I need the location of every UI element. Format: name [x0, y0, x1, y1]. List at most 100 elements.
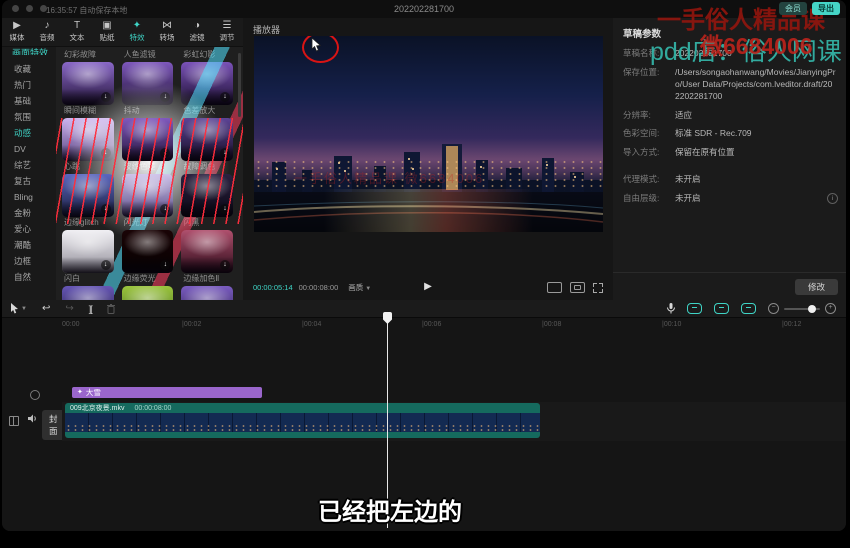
info-icon[interactable]: i: [827, 193, 838, 204]
adjust-icon: ☰: [223, 21, 232, 31]
fullscreen-icon[interactable]: [593, 283, 603, 293]
chevron-down-icon: ▼: [365, 286, 371, 292]
field-value: 未开启: [675, 174, 836, 186]
collapse-track-icon[interactable]: [9, 416, 19, 426]
effect-thumbnail[interactable]: ↓: [181, 230, 233, 273]
field-label: 分辨率:: [623, 110, 675, 122]
player-title: 播放器: [253, 23, 280, 36]
filter-icon: ◑: [194, 21, 200, 31]
field-value: 适应: [675, 110, 836, 122]
trash-icon: [107, 304, 115, 314]
resource-tab[interactable]: ▣ 贴纸: [92, 21, 122, 43]
field-label: 色彩空间:: [623, 128, 675, 140]
category-item[interactable]: Bling: [2, 189, 56, 205]
chevron-down-icon: ▼: [21, 304, 27, 314]
effect-thumbnail[interactable]: ↓: [181, 286, 233, 300]
snap-icon[interactable]: [714, 303, 729, 314]
effect-thumbnail[interactable]: ↓: [122, 286, 174, 300]
zoom-slider[interactable]: [784, 308, 820, 310]
timeline-zoom-control: − +: [768, 303, 836, 314]
effect-thumbnail[interactable]: ↓: [62, 230, 114, 273]
zoom-slider-knob[interactable]: [808, 305, 816, 313]
timeline-ruler[interactable]: 00:00|00:02|00:04|00:06|00:08|00:10|00:1…: [2, 318, 846, 330]
effect-card[interactable]: ↓: [62, 286, 114, 300]
clip-duration: 00:00:08:00: [134, 405, 171, 412]
category-item[interactable]: 金粉: [2, 205, 56, 221]
category-item[interactable]: 热门: [2, 77, 56, 93]
category-item[interactable]: 复古: [2, 173, 56, 189]
category-item[interactable]: 动感: [2, 125, 56, 141]
resource-tab[interactable]: ✦ 特效: [122, 21, 152, 43]
play-button[interactable]: ▶: [424, 281, 432, 292]
export-button[interactable]: 导出: [812, 2, 840, 15]
speaker-icon[interactable]: [28, 414, 38, 423]
effect-thumbnail[interactable]: ↓: [122, 230, 174, 273]
clip-filename: 009北京夜景.mkv: [70, 403, 124, 413]
zoom-out-icon[interactable]: −: [768, 303, 779, 314]
magnet-icon[interactable]: [687, 303, 702, 314]
quality-dropdown[interactable]: 画质▼: [348, 282, 371, 293]
video-preview: 一手俗人精品课 微6684006: [254, 36, 603, 232]
split-button[interactable]: ][: [89, 304, 92, 314]
category-item[interactable]: 基础: [2, 93, 56, 109]
watermark-red-line2: 微6684006: [700, 27, 813, 61]
field-label: 代理模式:: [623, 174, 675, 186]
scale-adapt-icon[interactable]: [547, 282, 562, 293]
effect-track-icon[interactable]: [30, 390, 40, 400]
effect-thumbnail[interactable]: ↓: [62, 286, 114, 300]
member-badge[interactable]: 会员: [779, 2, 807, 15]
draft-field: 分辨率: 适应 i: [623, 110, 836, 122]
category-item[interactable]: 边框: [2, 253, 56, 269]
effects-grid: 幻彩故障人鱼滤镜彩虹幻影 ↓ 瞬间模糊 ↓ 抖动: [56, 47, 243, 300]
delete-button[interactable]: [107, 304, 115, 314]
field-value: 标准 SDR - Rec.709: [675, 128, 836, 140]
effect-clip-icon: ✦: [77, 389, 83, 396]
category-item[interactable]: 收藏: [2, 61, 56, 77]
effects-icon: ✦: [133, 21, 141, 31]
resource-tabs: ▶ 媒体 ♪ 音频 T 文本 ▣ 贴纸 ✦ 特效: [2, 18, 243, 47]
record-voiceover-icon[interactable]: [667, 303, 675, 314]
effect-card[interactable]: ↓: [181, 286, 233, 300]
redo-button[interactable]: ↪: [65, 304, 73, 314]
grid-scrollbar[interactable]: [238, 53, 241, 117]
app-root: 16:35:57 自动保存本地 202202281700 会员 导出 一手俗人精…: [0, 0, 850, 548]
download-icon: ↓: [101, 260, 111, 270]
resource-tab[interactable]: ♪ 音频: [32, 21, 62, 43]
effect-clip[interactable]: ✦ 大雪: [72, 387, 262, 398]
timeline-tracks: 封面 ✦ 大雪 009北京夜景.mkv 00:00:08:00 已经把左边的: [2, 330, 846, 530]
resource-tab[interactable]: ▶ 媒体: [2, 21, 32, 43]
draft-field: 色彩空间: 标准 SDR - Rec.709 i: [623, 128, 836, 140]
category-item[interactable]: DV: [2, 141, 56, 157]
category-item[interactable]: 综艺: [2, 157, 56, 173]
resource-tab[interactable]: ◑ 滤镜: [182, 21, 212, 43]
original-size-icon[interactable]: [570, 282, 585, 293]
select-tool-button[interactable]: ▼: [10, 303, 27, 314]
effect-clip-label: 大雪: [86, 387, 101, 398]
resource-tab[interactable]: T 文本: [62, 21, 92, 43]
road-light-trails: [254, 189, 603, 232]
category-item[interactable]: 自然: [2, 269, 56, 285]
text-icon: T: [74, 21, 80, 31]
ruler-tick: |00:12: [782, 321, 846, 328]
category-item[interactable]: 氛围: [2, 109, 56, 125]
draft-field: 保存位置: /Users/songaohanwang/Movies/Jianyi…: [623, 67, 836, 103]
effect-card[interactable]: ↓: [122, 286, 174, 300]
ruler-tick: |00:10: [662, 321, 782, 328]
field-value: /Users/songaohanwang/Movies/JianyingPro/…: [675, 67, 836, 103]
burned-subtitle: 已经把左边的: [318, 492, 462, 527]
zoom-in-icon[interactable]: +: [825, 303, 836, 314]
modify-button[interactable]: 修改: [795, 279, 838, 295]
resource-tab[interactable]: ⋈ 转场: [152, 21, 182, 43]
resource-tab[interactable]: ☰ 调节: [212, 21, 242, 43]
video-clip[interactable]: 009北京夜景.mkv 00:00:08:00: [65, 403, 540, 438]
link-icon[interactable]: [741, 303, 756, 314]
media-icon: ▶: [13, 21, 21, 31]
resource-panel: ▶ 媒体 ♪ 音频 T 文本 ▣ 贴纸 ✦ 特效: [2, 18, 244, 300]
category-item[interactable]: 潮酷: [2, 237, 56, 253]
category-item[interactable]: 爱心: [2, 221, 56, 237]
draft-field: 导入方式: 保留在原有位置 i: [623, 147, 836, 159]
undo-button[interactable]: ↩: [42, 304, 50, 314]
tab-screen-effects[interactable]: 画面特效: [2, 47, 56, 55]
draft-field: 自由层级: 未开启 i: [623, 193, 836, 205]
player-controls: 00:00:05:14 00:00:08:00 画质▼ ▶: [253, 280, 603, 295]
